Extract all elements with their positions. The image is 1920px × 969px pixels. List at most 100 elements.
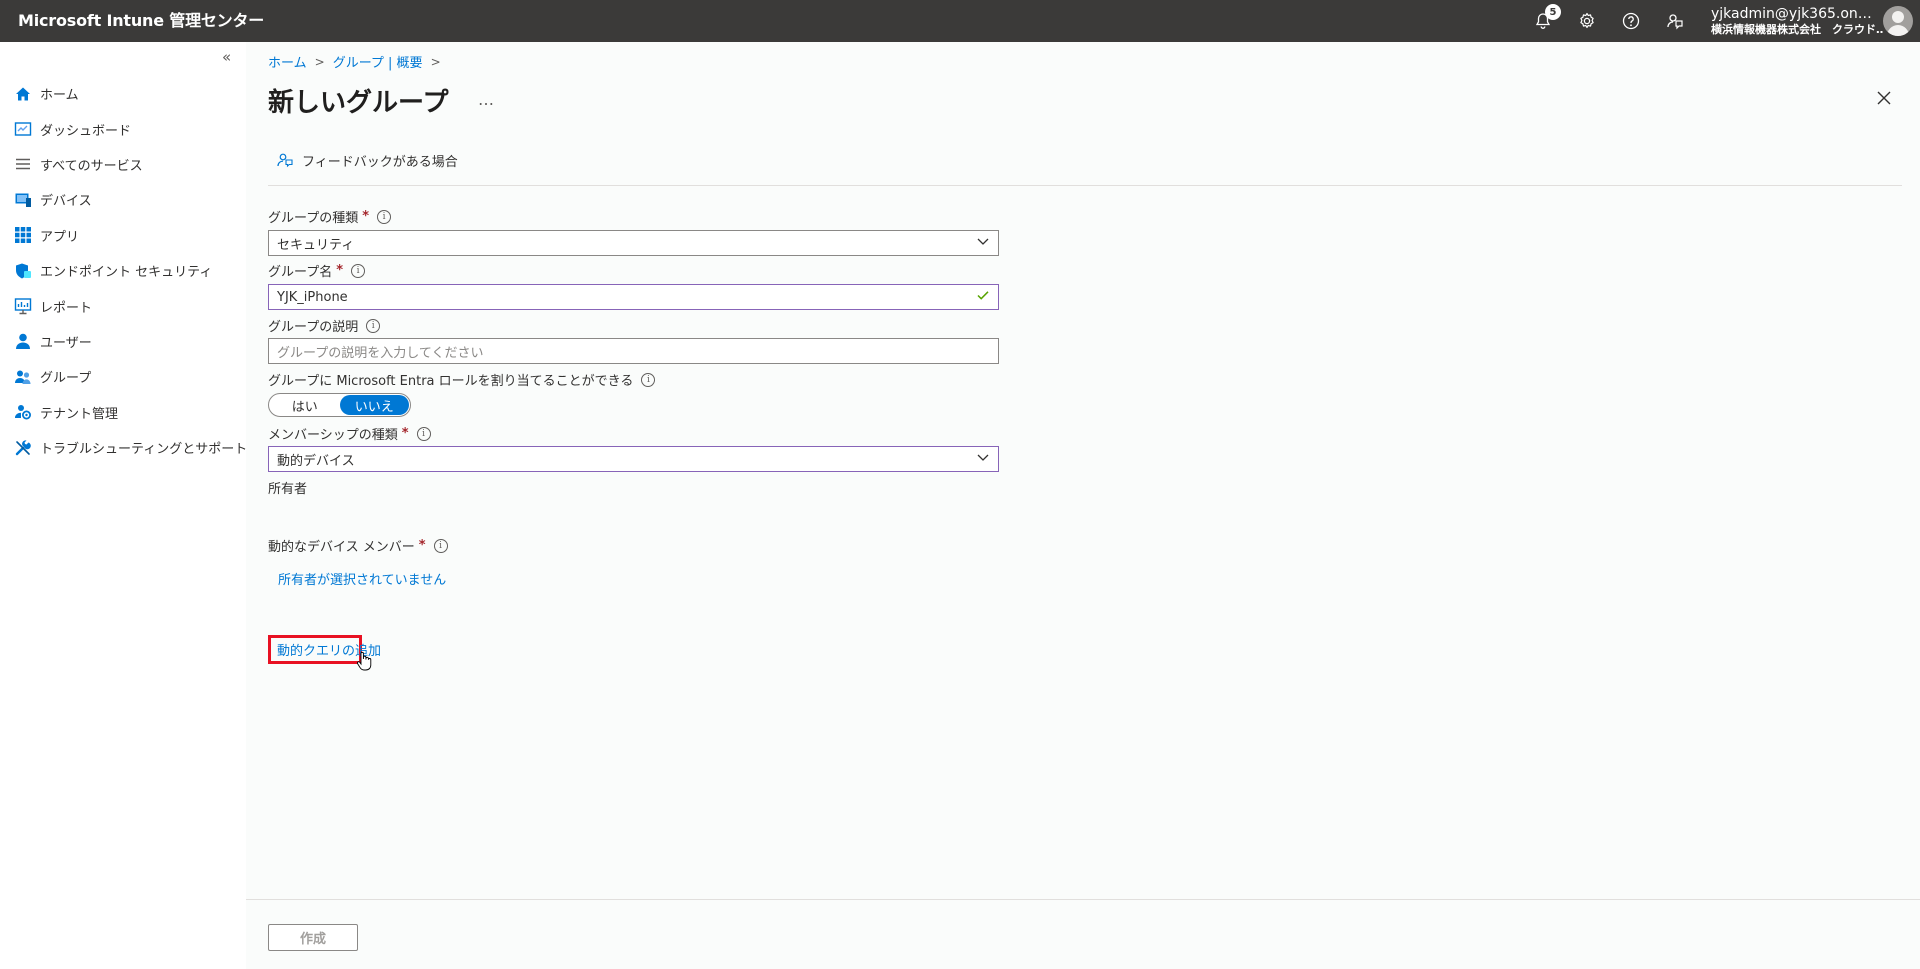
owners-label: 所有者 xyxy=(268,478,307,497)
feedback-icon xyxy=(277,153,293,168)
account-name: yjkadmin@yjk365.on… xyxy=(1711,6,1872,22)
info-icon[interactable]: i xyxy=(351,263,366,278)
notifications-button[interactable]: 5 xyxy=(1521,0,1565,42)
breadcrumb-separator: > xyxy=(314,54,325,69)
feedback-command-button[interactable]: フィードバックがある場合 xyxy=(268,148,458,172)
breadcrumb-separator: > xyxy=(430,54,441,69)
sidebar-item-home[interactable]: ホーム xyxy=(0,76,246,111)
apps-grid-icon xyxy=(14,226,32,244)
owners-label-text: 所有者 xyxy=(268,482,308,497)
group-name-input[interactable]: YJK_iPhone xyxy=(268,284,999,310)
top-bar-actions: 5 yjkadmin@yjk365.on… 横浜情報機器株式会社 クラウド… xyxy=(1521,0,1920,42)
info-icon[interactable]: i xyxy=(366,318,381,333)
dashboard-icon xyxy=(14,120,32,138)
info-icon[interactable]: i xyxy=(433,538,448,553)
membership-type-label-text: メンバーシップの種類 xyxy=(268,428,398,443)
group-type-value: セキュリティ xyxy=(277,237,355,253)
sidebar-item-label: ダッシュボード xyxy=(40,123,132,139)
account-menu[interactable]: yjkadmin@yjk365.on… 横浜情報機器株式会社 クラウド… xyxy=(1697,0,1883,42)
entra-role-toggle[interactable]: はい いいえ xyxy=(268,393,411,417)
membership-type-value: 動的デバイス xyxy=(277,453,355,469)
help-button[interactable] xyxy=(1609,0,1653,42)
sidebar-item-reports[interactable]: レポート xyxy=(0,288,246,323)
sidebar-item-dashboard[interactable]: ダッシュボード xyxy=(0,111,246,146)
group-name-label: グループ名 * i xyxy=(268,261,366,280)
required-marker: * xyxy=(362,209,370,224)
sidebar: « ホーム ダッシュボード すべてのサービス デバイス アプリ エンドポイント … xyxy=(0,42,248,969)
report-icon xyxy=(14,297,32,315)
hand-cursor-icon xyxy=(357,651,372,671)
device-icon xyxy=(14,191,32,209)
sidebar-item-devices[interactable]: デバイス xyxy=(0,182,246,217)
sidebar-item-troubleshooting[interactable]: トラブルシューティングとサポート xyxy=(0,430,248,465)
entra-role-label-text: グループに Microsoft Entra ロールを割り当てることができる xyxy=(268,374,634,389)
sidebar-item-label: すべてのサービス xyxy=(40,158,143,174)
avatar[interactable] xyxy=(1883,6,1913,36)
create-button[interactable]: 作成 xyxy=(268,924,358,951)
chevron-down-icon xyxy=(976,234,990,252)
feedback-label: フィードバックがある場合 xyxy=(302,154,458,170)
app-title[interactable]: Microsoft Intune 管理センター xyxy=(18,0,264,42)
group-description-input[interactable]: グループの説明を入力してください xyxy=(268,338,999,364)
owners-link[interactable]: 所有者が選択されていません xyxy=(278,569,446,588)
account-organization: 横浜情報機器株式会社 クラウド… xyxy=(1711,23,1883,36)
sidebar-item-label: ホーム xyxy=(40,88,79,104)
wrench-icon xyxy=(14,439,32,457)
sidebar-item-label: テナント管理 xyxy=(40,406,119,422)
user-icon xyxy=(14,332,32,350)
highlight-box: 動的クエリの追加 xyxy=(268,635,381,664)
top-bar: Microsoft Intune 管理センター 5 yjkadmin@yjk36… xyxy=(0,0,1920,42)
sidebar-item-groups[interactable]: グループ xyxy=(0,359,246,394)
required-marker: * xyxy=(401,426,409,441)
home-icon xyxy=(14,85,32,103)
group-name-value: YJK_iPhone xyxy=(277,289,348,305)
collapse-sidebar-button[interactable]: « xyxy=(222,48,231,66)
main-content: ホーム > グループ | 概要 > 新しいグループ … フィードバックがある場合… xyxy=(246,42,1920,969)
membership-type-label: メンバーシップの種類 * i xyxy=(268,424,431,443)
more-options-button[interactable]: … xyxy=(478,90,495,109)
sidebar-item-apps[interactable]: アプリ xyxy=(0,218,246,253)
membership-type-dropdown[interactable]: 動的デバイス xyxy=(268,446,999,472)
info-icon[interactable]: i xyxy=(377,209,392,224)
feedback-button[interactable] xyxy=(1653,0,1697,42)
shield-icon xyxy=(14,262,32,280)
info-icon[interactable]: i xyxy=(416,426,431,441)
breadcrumb: ホーム > グループ | 概要 > xyxy=(268,52,449,72)
sidebar-item-label: アプリ xyxy=(40,229,80,245)
breadcrumb-home[interactable]: ホーム xyxy=(268,52,307,71)
dynamic-members-label: 動的なデバイス メンバー * i xyxy=(268,536,448,555)
group-description-label-text: グループの説明 xyxy=(268,320,359,335)
sidebar-item-label: ユーザー xyxy=(40,335,92,351)
settings-button[interactable] xyxy=(1565,0,1609,42)
sidebar-item-label: トラブルシューティングとサポート xyxy=(40,442,248,458)
required-marker: * xyxy=(336,263,344,278)
checkmark-icon xyxy=(976,288,990,306)
list-icon xyxy=(14,155,32,173)
gear-icon xyxy=(1580,12,1594,29)
required-marker: * xyxy=(418,538,426,553)
group-name-label-text: グループ名 xyxy=(268,265,333,280)
sidebar-item-all-services[interactable]: すべてのサービス xyxy=(0,147,246,182)
info-icon[interactable]: i xyxy=(641,372,656,387)
close-icon xyxy=(1877,91,1891,105)
group-type-dropdown[interactable]: セキュリティ xyxy=(268,230,999,256)
sidebar-item-endpoint-security[interactable]: エンドポイント セキュリティ xyxy=(0,253,246,288)
sidebar-item-label: エンドポイント セキュリティ xyxy=(40,265,213,281)
breadcrumb-groups-overview[interactable]: グループ | 概要 xyxy=(333,52,423,71)
help-icon xyxy=(1622,12,1640,30)
feedback-icon xyxy=(1667,14,1683,30)
toggle-option-no[interactable]: いいえ xyxy=(339,395,409,415)
sidebar-item-users[interactable]: ユーザー xyxy=(0,324,246,359)
sidebar-nav: ホーム ダッシュボード すべてのサービス デバイス アプリ エンドポイント セキ… xyxy=(0,76,248,465)
command-bar: フィードバックがある場合 xyxy=(268,148,1902,186)
toggle-option-yes[interactable]: はい xyxy=(270,395,340,415)
group-description-label: グループの説明 i xyxy=(268,316,381,335)
close-button[interactable] xyxy=(1874,88,1894,108)
group-icon xyxy=(14,368,32,386)
sidebar-item-label: グループ xyxy=(40,371,92,387)
group-description-placeholder: グループの説明を入力してください xyxy=(277,345,484,361)
page-title: 新しいグループ xyxy=(268,88,449,118)
footer-bar: 作成 xyxy=(246,899,1920,969)
sidebar-item-tenant-admin[interactable]: テナント管理 xyxy=(0,395,246,430)
chevron-down-icon xyxy=(976,450,990,468)
